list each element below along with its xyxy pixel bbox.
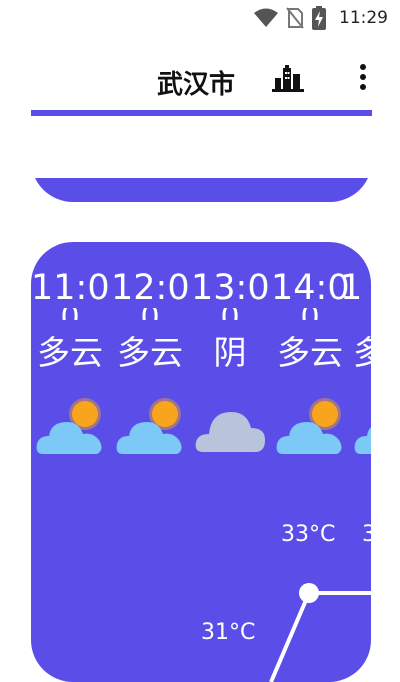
- status-bar: 11:29: [0, 0, 400, 36]
- temperature-line-segment: [269, 592, 311, 682]
- menu-dot-icon: [360, 84, 366, 90]
- card-overlap-mask: [0, 116, 400, 178]
- city-buildings-icon: [272, 65, 304, 92]
- hourly-forecast-card[interactable]: 11:0 0 12:0 0 13:0 0 14:0 0 1 多云 多云 阴 多云…: [31, 242, 371, 682]
- status-time: 11:29: [339, 8, 388, 28]
- wifi-icon: [254, 8, 278, 27]
- no-sim-icon: [286, 7, 304, 29]
- more-options-button[interactable]: [352, 60, 374, 94]
- menu-dot-icon: [360, 74, 366, 80]
- page-title: 武汉市: [157, 70, 236, 100]
- temperature-label: 3: [362, 522, 371, 547]
- temperature-point: [299, 583, 319, 603]
- menu-dot-icon: [360, 64, 366, 70]
- temperature-label: 33°C: [281, 522, 336, 547]
- battery-charging-icon: [312, 6, 326, 30]
- temperature-line-chart: [269, 583, 371, 682]
- city-buildings-button[interactable]: [270, 60, 306, 94]
- status-icons: [254, 6, 326, 30]
- temperature-label: 31°C: [201, 620, 256, 645]
